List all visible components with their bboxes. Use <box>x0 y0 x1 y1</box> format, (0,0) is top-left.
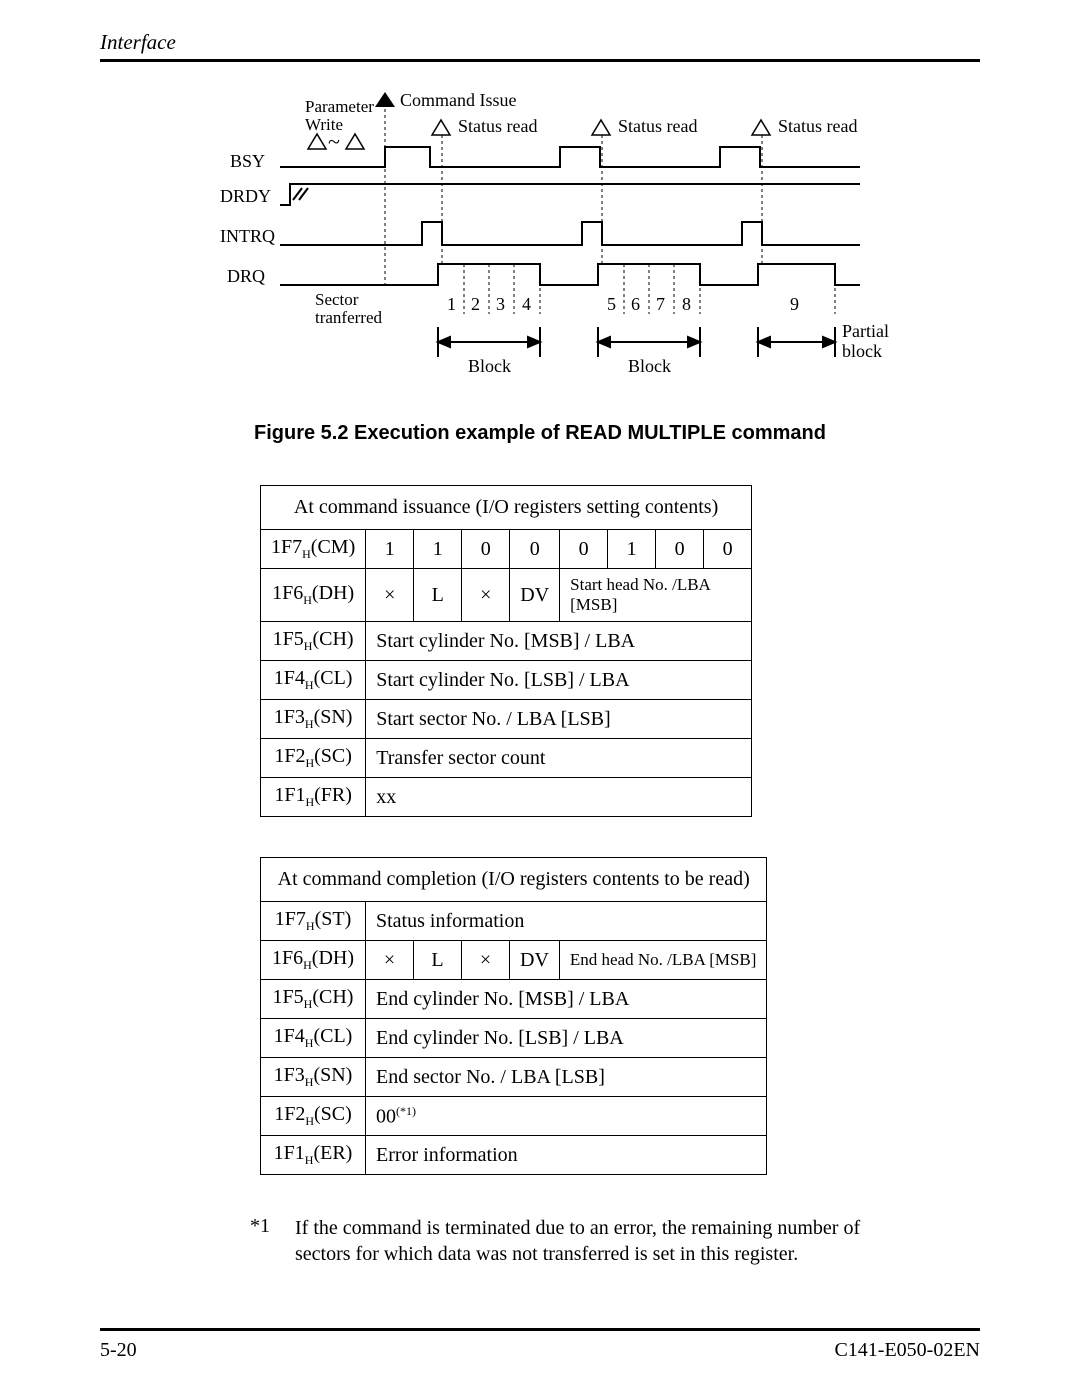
guide-lines <box>385 109 835 314</box>
svg-text:3: 3 <box>496 294 505 314</box>
reg-label: 1F7H(CM) <box>261 530 366 569</box>
svg-text:Block: Block <box>468 356 511 376</box>
table-row: 1F5H(CH)Start cylinder No. [MSB] / LBA <box>261 622 752 661</box>
table-row: 1F4H(CL)Start cylinder No. [LSB] / LBA <box>261 661 752 700</box>
down-triangle-icon <box>308 134 326 149</box>
svg-text:5: 5 <box>607 294 616 314</box>
command-issue-arrow-down-solid-icon <box>375 92 395 107</box>
intrq-label: INTRQ <box>220 226 275 246</box>
tick-numbers: 1 2 3 4 5 6 7 8 9 <box>447 294 799 314</box>
command-issue-label: Command Issue <box>400 90 517 110</box>
table-row: 1F1H(FR)xx <box>261 778 752 817</box>
table-row: 1F2H(SC)Transfer sector count <box>261 739 752 778</box>
doc-number: C141-E050-02EN <box>834 1339 980 1362</box>
svg-text:block: block <box>842 341 882 361</box>
table-row: 1F7H(CM) 1 1 0 0 0 1 0 0 <box>261 530 752 569</box>
table-row: 1F4H(CL)End cylinder No. [LSB] / LBA <box>261 1019 767 1058</box>
status-read-label-2: Status read <box>618 116 697 136</box>
footnote-label: *1 <box>250 1215 295 1267</box>
table-row: 1F6H(DH) × L × DV Start head No. /LBA [M… <box>261 569 752 622</box>
bsy-label: BSY <box>230 151 265 171</box>
sector-transferred-label: Sector <box>315 290 359 309</box>
block-arrows: Block Block Partial block <box>438 321 889 376</box>
table-row: 1F2H(SC)00(*1) <box>261 1097 767 1136</box>
svg-text:6: 6 <box>631 294 640 314</box>
down-triangle-icon <box>752 120 770 135</box>
svg-text:4: 4 <box>522 294 531 314</box>
svg-text:2: 2 <box>471 294 480 314</box>
svg-text:~: ~ <box>328 129 340 154</box>
status-read-label-1: Status read <box>458 116 537 136</box>
table-row: 1F3H(SN)Start sector No. / LBA [LSB] <box>261 700 752 739</box>
svg-text:Partial: Partial <box>842 321 889 341</box>
intrq-waveform <box>280 222 860 245</box>
page-number: 5-20 <box>100 1339 137 1362</box>
figure-caption: Figure 5.2 Execution example of READ MUL… <box>100 422 980 445</box>
svg-text:1: 1 <box>447 294 456 314</box>
footnote-text: If the command is terminated due to an e… <box>295 1215 910 1267</box>
down-triangle-icon <box>432 120 450 135</box>
footnote: *1 If the command is terminated due to a… <box>250 1215 910 1267</box>
drq-waveform <box>280 264 860 285</box>
register-table-issuance: At command issuance (I/O registers setti… <box>260 485 752 817</box>
table-row: 1F1H(ER)Error information <box>261 1136 767 1175</box>
table-row: 1F3H(SN)End sector No. / LBA [LSB] <box>261 1058 767 1097</box>
svg-text:Block: Block <box>628 356 671 376</box>
svg-text:8: 8 <box>682 294 691 314</box>
header-rule <box>100 59 980 62</box>
parameter-write-label: Parameter <box>305 97 374 116</box>
header-title: Interface <box>100 30 980 55</box>
drq-label: DRQ <box>227 266 265 286</box>
svg-text:7: 7 <box>656 294 665 314</box>
table-row: 1F5H(CH)End cylinder No. [MSB] / LBA <box>261 980 767 1019</box>
table-row: 1F6H(DH) × L × DV End head No. /LBA [MSB… <box>261 941 767 980</box>
bsy-waveform <box>280 147 860 167</box>
table-row: 1F7H(ST)Status information <box>261 902 767 941</box>
svg-text:9: 9 <box>790 294 799 314</box>
down-triangle-icon <box>346 134 364 149</box>
register-table-completion: At command completion (I/O registers con… <box>260 857 767 1175</box>
drdy-label: DRDY <box>220 186 271 206</box>
down-triangle-icon <box>592 120 610 135</box>
timing-diagram: Parameter Write Command Issue ~ Status r… <box>180 82 980 392</box>
table2-title: At command completion (I/O registers con… <box>261 858 767 902</box>
table1-title: At command issuance (I/O registers setti… <box>261 486 752 530</box>
footer: 5-20 C141-E050-02EN <box>100 1288 980 1362</box>
svg-text:tranferred: tranferred <box>315 308 383 327</box>
status-read-label-3: Status read <box>778 116 857 136</box>
